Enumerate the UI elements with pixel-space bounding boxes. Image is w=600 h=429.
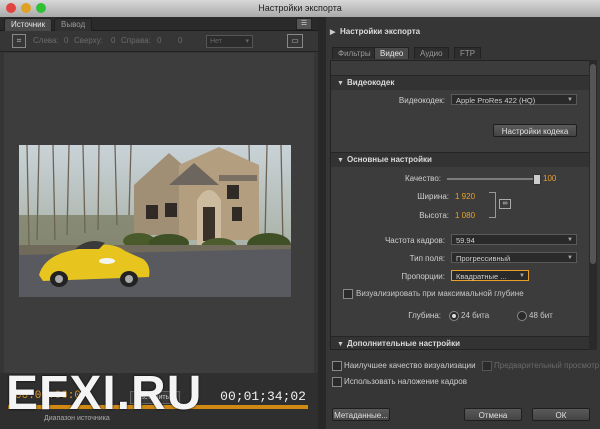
tab-source[interactable]: Источник [4,18,53,31]
codec-settings-button[interactable]: Настройки кодека [493,124,577,137]
tab-audio[interactable]: Аудио [414,47,449,59]
max-quality-checkbox[interactable] [332,361,342,371]
metadata-button[interactable]: Метаданные... [332,408,390,421]
timecode-out: 00;01;34;02 [220,389,306,404]
framerate-label: Частота кадров: [384,236,445,245]
quality-value[interactable]: 100 [543,174,556,183]
depth-48-label: 48 бит [529,311,553,320]
chevron-down-icon: ▼ [519,273,525,279]
crop-ratio-select[interactable]: Нет ▾ [206,35,253,48]
chevron-down-icon: ▼ [567,255,573,261]
preview-area [4,53,314,373]
tab-output[interactable]: Вывод [54,18,93,31]
link-bracket [489,192,496,218]
panel-splitter[interactable] [318,17,326,429]
aspect-select[interactable]: Квадратные ... ▼ [451,270,529,281]
depth-label: Глубина: [408,311,441,320]
width-value[interactable]: 1 920 [455,192,475,201]
crop-bottom-value[interactable]: 0 [178,36,182,45]
chevron-down-icon: ▾ [245,38,249,45]
crop-top-value[interactable]: 0 [111,36,115,45]
export-settings-header[interactable]: ▶ Настройки экспорта [330,25,420,38]
link-chain-icon[interactable]: ∞ [499,199,511,209]
window-title: Настройки экспорта [258,3,342,13]
field-type-label: Тип поля: [409,254,445,263]
width-label: Ширина: [417,192,449,201]
height-label: Высота: [419,211,449,220]
video-preview-image [19,145,291,297]
settings-tabs: Фильтры Видео Аудио FTP [332,47,594,59]
vertical-scrollbar[interactable] [589,60,597,350]
height-value[interactable]: 1 080 [455,211,475,220]
watermark-text: EFXI.RU [6,367,203,420]
crop-icon[interactable]: ⌗ [12,34,26,48]
aspect-preview-icon[interactable]: ▭ [287,34,303,48]
chevron-down-icon: ▼ [567,237,573,243]
title-bar: Настройки экспорта [0,0,600,18]
scrollbar-thumb[interactable] [590,64,596,264]
max-depth-label: Визуализировать при максимальной глубине [356,289,524,298]
codec-select[interactable]: Apple ProRes 422 (HQ) ▼ [451,94,577,105]
codec-label: Видеокодек: [398,96,445,105]
disclosure-right-icon: ▶ [330,29,336,36]
depth-24-radio[interactable] [449,311,459,321]
crop-left-label: Слева: [33,36,59,45]
max-quality-label: Наилучшее качество визуализации [344,361,476,370]
depth-48-radio[interactable] [517,311,527,321]
field-type-select[interactable]: Прогрессивный ▼ [451,252,577,263]
panel-menu-icon[interactable]: ☰ [296,18,312,30]
section-basic-settings[interactable]: ▼ Основные настройки [331,152,589,167]
tab-ftp[interactable]: FTP [454,47,482,59]
tab-video[interactable]: Видео [374,47,410,59]
tab-filters[interactable]: Фильтры [332,47,377,59]
quality-slider[interactable] [447,174,541,185]
ok-button[interactable]: ОК [532,408,590,421]
max-depth-checkbox[interactable] [343,289,353,299]
disclosure-down-icon: ▼ [337,341,344,348]
quality-label: Качество: [404,174,441,183]
disclosure-down-icon: ▼ [337,80,344,87]
disclosure-down-icon: ▼ [337,157,344,164]
crop-top-label: Сверху: [74,36,103,45]
source-tabs: Источник Вывод ☰ [0,17,318,31]
depth-24-label: 24 бита [461,311,490,320]
preview-label: Предварительный просмотр [494,361,600,370]
frame-blend-checkbox[interactable] [332,377,342,387]
export-settings-panel: ▶ Настройки экспорта Фильтры Видео Аудио … [326,17,600,429]
aspect-label: Пропорции: [401,272,445,281]
video-settings-scroll: ▼ Видеокодек Видеокодек: Apple ProRes 422… [330,60,590,350]
chevron-down-icon: ▼ [567,97,573,103]
framerate-select[interactable]: 59.94 ▼ [451,234,577,245]
crop-right-value[interactable]: 0 [157,36,161,45]
cancel-button[interactable]: Отмена [464,408,522,421]
crop-left-value[interactable]: 0 [64,36,68,45]
crop-right-label: Справа: [121,36,151,45]
quality-slider-knob[interactable] [533,174,541,185]
preview-checkbox [482,361,492,371]
section-video-codec[interactable]: ▼ Видеокодек [331,75,589,90]
crop-toolbar: ⌗ Слева: 0 Сверху: 0 Справа: 0 0 Нет ▾ ▭ [0,31,318,52]
frame-blend-label: Использовать наложение кадров [344,377,467,386]
section-advanced-settings[interactable]: ▼ Дополнительные настройки [331,336,589,349]
